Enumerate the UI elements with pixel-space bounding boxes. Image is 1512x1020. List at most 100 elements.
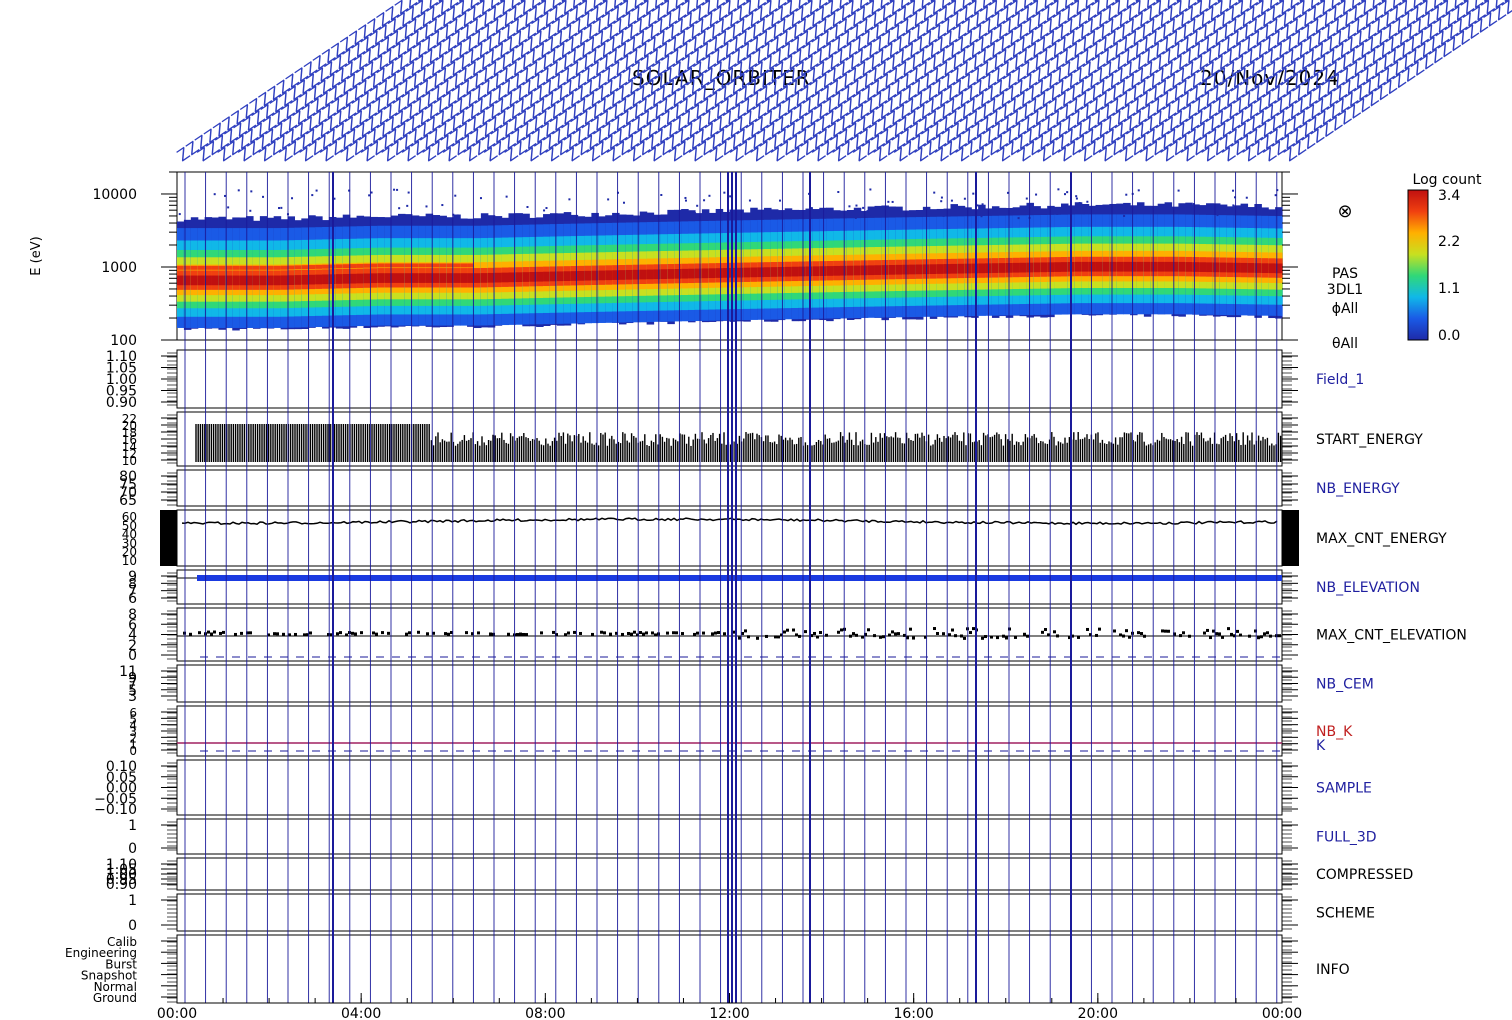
panel-frame xyxy=(176,607,1283,662)
spectrogram-speck xyxy=(1232,204,1235,207)
spectrogram-cell xyxy=(322,274,330,285)
max-cnt-elevation-mark xyxy=(942,632,945,636)
panel-field_1 xyxy=(161,349,1298,409)
spectrogram-speck xyxy=(227,206,230,209)
spectrogram-cell xyxy=(211,275,220,286)
x-axis xyxy=(176,993,1283,1004)
spectrogram-speck xyxy=(869,188,872,191)
panel-nb_cem xyxy=(161,664,1298,703)
spectrogram-cell xyxy=(398,273,406,283)
spectrogram-speck xyxy=(891,200,894,203)
max-cnt-elevation-mark xyxy=(387,631,390,635)
max-cnt-elevation-mark xyxy=(633,630,636,634)
max-cnt-elevation-mark xyxy=(1056,634,1059,638)
spectrogram-cell xyxy=(674,268,682,279)
spectrogram-cell xyxy=(1081,261,1090,272)
colorbar-title: Log count xyxy=(1413,172,1482,188)
max-cnt-elevation-mark xyxy=(1266,631,1269,635)
spectrogram-cell xyxy=(757,267,765,278)
max-cnt-elevation-mark xyxy=(540,631,543,635)
spectrogram-cell xyxy=(874,265,883,275)
max-cnt-elevation-mark xyxy=(573,630,576,634)
spectrogram-speck xyxy=(862,206,865,209)
spectrogram-cell xyxy=(197,275,206,286)
spectrogram-cell xyxy=(826,266,834,276)
max-cnt-elevation-mark xyxy=(345,633,348,637)
max-cnt-elevation-mark xyxy=(666,631,669,635)
start-energy-trace xyxy=(195,424,1282,462)
max-cnt-elevation-mark xyxy=(711,632,714,636)
spectrogram-speck xyxy=(870,213,873,216)
spectrogram-speck xyxy=(963,197,966,200)
max-cnt-elevation-mark xyxy=(891,630,894,634)
panel-ytick-label: 10 xyxy=(122,554,137,568)
x-axis-tick-label: 16:00 xyxy=(893,1006,933,1020)
max-cnt-elevation-mark xyxy=(654,633,657,637)
max-cnt-elevation-mark xyxy=(405,632,408,636)
x-axis-tick-label: 08:00 xyxy=(525,1006,565,1020)
max-cnt-elevation-mark xyxy=(819,631,822,635)
spectrogram-speck xyxy=(250,190,253,193)
max-cnt-elevation-trace xyxy=(177,627,1282,658)
panel-frame xyxy=(176,759,1283,816)
spectrogram-cell xyxy=(1199,262,1207,272)
max-cnt-elevation-mark xyxy=(210,632,213,636)
spectrogram-cell xyxy=(812,266,820,277)
max-cnt-elevation-mark xyxy=(642,632,645,636)
spectrogram-cell xyxy=(1123,261,1131,272)
spectrogram-cell xyxy=(777,266,786,277)
max-cnt-elevation-mark xyxy=(1260,635,1263,639)
panel-ytick-label: 0 xyxy=(128,918,137,934)
panel-full_3d xyxy=(161,818,1298,855)
x-axis-tick-label: 12:00 xyxy=(709,1006,749,1020)
max-cnt-elevation-mark xyxy=(336,632,339,636)
spectrogram-ytick-label: 100 xyxy=(110,333,137,349)
spectrogram-cell xyxy=(287,275,296,285)
max-cnt-elevation-mark xyxy=(522,632,525,636)
max-cnt-elevation-mark xyxy=(1221,635,1224,639)
spectrogram-ytick-label: 10000 xyxy=(92,187,137,203)
spectrogram-cell xyxy=(266,275,275,286)
x-axis-tick-label: 04:00 xyxy=(341,1006,381,1020)
spectrogram-cell xyxy=(591,270,599,281)
max-cnt-elevation-mark xyxy=(276,632,279,636)
max-cnt-elevation-mark xyxy=(1041,630,1044,634)
max-cnt-elevation-mark xyxy=(1044,628,1047,632)
spectrogram-speck xyxy=(1177,189,1180,192)
spectrogram-speck xyxy=(1137,189,1140,192)
max-cnt-elevation-mark xyxy=(795,633,798,637)
spectrogram-cell xyxy=(784,266,793,277)
max-cnt-elevation-mark xyxy=(849,634,852,638)
max-cnt-elevation-mark xyxy=(651,631,654,635)
spectrogram-speck xyxy=(942,214,945,217)
max-cnt-elevation-mark xyxy=(804,630,807,634)
max-cnt-elevation-mark xyxy=(933,627,936,631)
spectrogram-speck xyxy=(848,205,851,208)
spectrogram-speck xyxy=(425,205,428,208)
max-cnt-elevation-mark xyxy=(519,632,522,636)
panel-info xyxy=(161,934,1298,1004)
spectrogram-cell xyxy=(356,263,365,268)
max-cnt-elevation-mark xyxy=(1248,634,1251,638)
max-cnt-elevation-mark xyxy=(1203,631,1206,635)
max-cnt-elevation-mark xyxy=(852,632,855,636)
spectrogram-speck xyxy=(370,191,373,194)
spectrogram-speck xyxy=(810,207,813,210)
panel-start_energy xyxy=(161,411,1298,467)
spectrogram-cell xyxy=(418,263,427,268)
spectrogram-speck xyxy=(771,210,774,213)
panel-frame xyxy=(176,818,1283,855)
max-cnt-elevation-mark xyxy=(372,631,375,635)
max-cnt-elevation-mark xyxy=(714,631,717,635)
spectrogram-speck xyxy=(441,204,444,207)
max-cnt-elevation-mark xyxy=(354,632,357,636)
max-cnt-elevation-mark xyxy=(447,632,450,636)
spectrogram-cell xyxy=(915,264,924,275)
panel-label: NB_CEM xyxy=(1316,677,1374,693)
panel-ytick-label: −0.10 xyxy=(94,802,137,818)
spectrogram-cell xyxy=(1261,263,1269,273)
panel-ytick-label: 1 xyxy=(128,893,137,909)
panel-ytick-label: 10 xyxy=(122,454,137,468)
max-cnt-elevation-mark xyxy=(681,632,684,636)
spectrogram-speck xyxy=(1245,196,1248,199)
